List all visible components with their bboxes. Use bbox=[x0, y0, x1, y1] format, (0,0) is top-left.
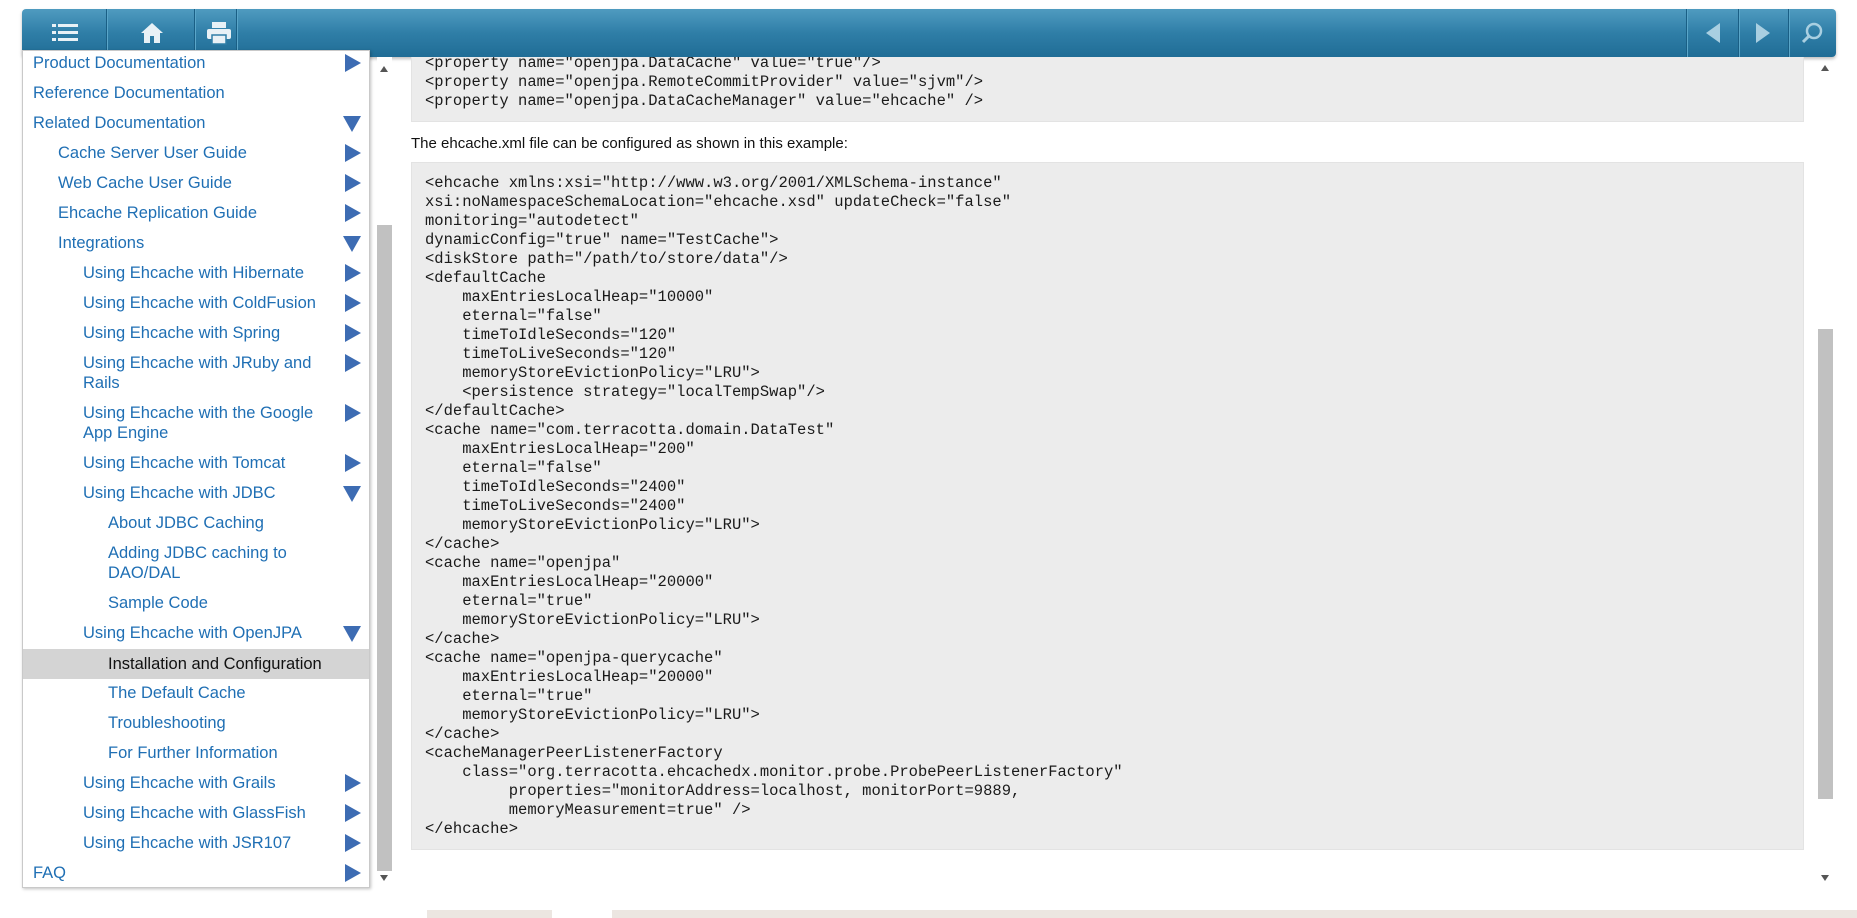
nav-label: Using Ehcache with JRuby and bbox=[83, 354, 312, 372]
nav-reference-documentation[interactable]: Reference Documentation bbox=[23, 83, 369, 103]
nav-cache-server-user-guide[interactable]: Cache Server User Guide bbox=[23, 143, 369, 163]
search-icon bbox=[1802, 22, 1823, 44]
nav-label: About JDBC Caching bbox=[108, 514, 264, 532]
nav-label: Using Ehcache with the Google bbox=[83, 404, 314, 422]
scroll-up-icon[interactable] bbox=[380, 66, 388, 72]
nav-label: Ehcache Replication Guide bbox=[58, 204, 258, 222]
nav-label: Using Ehcache with Hibernate bbox=[83, 264, 305, 282]
print-icon bbox=[207, 22, 231, 45]
expand-arrow-icon[interactable] bbox=[345, 264, 361, 282]
code-ehcache-xml: <ehcache xmlns:xsi="http://www.w3.org/20… bbox=[425, 174, 1123, 838]
nav-label: Using Ehcache with JDBC bbox=[83, 484, 276, 502]
expand-arrow-icon[interactable] bbox=[345, 354, 361, 372]
nav-label: Troubleshooting bbox=[108, 714, 226, 732]
nav-default-cache[interactable]: The Default Cache bbox=[23, 683, 369, 703]
nav-label: Using Ehcache with ColdFusion bbox=[83, 294, 316, 312]
code-properties: <property name="openjpa.DataCache" value… bbox=[425, 57, 984, 110]
collapse-arrow-icon[interactable] bbox=[343, 116, 361, 132]
code-block-ehcache-xml: <ehcache xmlns:xsi="http://www.w3.org/20… bbox=[411, 162, 1804, 850]
scroll-down-icon[interactable] bbox=[380, 875, 388, 881]
expand-arrow-icon[interactable] bbox=[345, 404, 361, 422]
nav-related-documentation[interactable]: Related Documentation bbox=[23, 113, 369, 133]
expand-arrow-icon[interactable] bbox=[345, 144, 361, 162]
nav-ehcache-google-app-engine[interactable]: Using Ehcache with the Google App Engine bbox=[23, 403, 369, 443]
nav-label: Using Ehcache with GlassFish bbox=[83, 804, 306, 822]
nav-integrations[interactable]: Integrations bbox=[23, 233, 369, 253]
nav-about-jdbc-caching[interactable]: About JDBC Caching bbox=[23, 513, 369, 533]
nav-ehcache-spring[interactable]: Using Ehcache with Spring bbox=[23, 323, 369, 343]
menu-icon bbox=[52, 24, 78, 41]
nav-label: FAQ bbox=[33, 864, 67, 882]
expand-arrow-icon[interactable] bbox=[345, 834, 361, 852]
nav-ehcache-jruby-rails[interactable]: Using Ehcache with JRuby and Rails bbox=[23, 353, 369, 393]
nav-label-line2: DAO/DAL bbox=[108, 564, 181, 582]
collapse-arrow-icon[interactable] bbox=[343, 626, 361, 642]
sidebar-scrollbar[interactable] bbox=[375, 57, 394, 887]
expand-arrow-icon[interactable] bbox=[345, 804, 361, 822]
nav-label: Related Documentation bbox=[33, 114, 206, 132]
nav-further-information[interactable]: For Further Information bbox=[23, 743, 369, 763]
nav-faq[interactable]: FAQ bbox=[23, 863, 369, 883]
nav-label: Cache Server User Guide bbox=[58, 144, 247, 162]
nav-label: Using Ehcache with Spring bbox=[83, 324, 281, 342]
nav-label: Sample Code bbox=[108, 594, 208, 612]
bottom-strip bbox=[0, 908, 1857, 918]
previous-button[interactable] bbox=[1688, 9, 1738, 57]
expand-arrow-icon[interactable] bbox=[345, 774, 361, 792]
scroll-down-icon[interactable] bbox=[1821, 875, 1829, 881]
nav-product-documentation[interactable]: Product Documentation bbox=[23, 53, 369, 73]
prev-icon bbox=[1706, 23, 1720, 43]
nav-troubleshooting[interactable]: Troubleshooting bbox=[23, 713, 369, 733]
expand-arrow-icon[interactable] bbox=[345, 864, 361, 882]
nav-label-line2: App Engine bbox=[83, 424, 169, 442]
nav-sample-code[interactable]: Sample Code bbox=[23, 593, 369, 613]
expand-arrow-icon[interactable] bbox=[345, 204, 361, 222]
expand-arrow-icon[interactable] bbox=[345, 324, 361, 342]
nav-web-cache-user-guide[interactable]: Web Cache User Guide bbox=[23, 173, 369, 193]
nav-ehcache-openjpa[interactable]: Using Ehcache with OpenJPA bbox=[23, 623, 369, 643]
nav-ehcache-glassfish[interactable]: Using Ehcache with GlassFish bbox=[23, 803, 369, 823]
nav-label: Reference Documentation bbox=[33, 84, 225, 102]
collapse-arrow-icon[interactable] bbox=[343, 236, 361, 252]
nav-label: Web Cache User Guide bbox=[58, 174, 232, 192]
home-icon bbox=[141, 23, 163, 43]
nav-label: Using Ehcache with Tomcat bbox=[83, 454, 286, 472]
nav-installation-configuration[interactable]: Installation and Configuration bbox=[23, 649, 369, 679]
search-button[interactable] bbox=[1788, 9, 1838, 57]
nav-ehcache-jsr107[interactable]: Using Ehcache with JSR107 bbox=[23, 833, 369, 853]
next-button[interactable] bbox=[1738, 9, 1788, 57]
scroll-up-icon[interactable] bbox=[1821, 65, 1829, 71]
nav-adding-jdbc-caching[interactable]: Adding JDBC caching to DAO/DAL bbox=[23, 543, 369, 583]
nav-label: The Default Cache bbox=[108, 684, 246, 702]
expand-arrow-icon[interactable] bbox=[345, 174, 361, 192]
nav-label: Using Ehcache with OpenJPA bbox=[83, 624, 302, 642]
nav-label: Using Ehcache with Grails bbox=[83, 774, 276, 792]
nav-label: For Further Information bbox=[108, 744, 278, 762]
main-scroll-thumb[interactable] bbox=[1818, 329, 1833, 799]
collapse-arrow-icon[interactable] bbox=[343, 486, 361, 502]
expand-arrow-icon[interactable] bbox=[345, 54, 361, 72]
nav-label: Adding JDBC caching to bbox=[108, 544, 287, 562]
nav-ehcache-hibernate[interactable]: Using Ehcache with Hibernate bbox=[23, 263, 369, 283]
nav-label-line2: Rails bbox=[83, 374, 120, 392]
sidebar-scroll-thumb[interactable] bbox=[377, 225, 392, 871]
main-content: <property name="openjpa.DataCache" value… bbox=[408, 57, 1808, 887]
nav-label: Installation and Configuration bbox=[108, 655, 322, 673]
code-block-properties: <property name="openjpa.DataCache" value… bbox=[411, 57, 1804, 122]
nav-label: Using Ehcache with JSR107 bbox=[83, 834, 292, 852]
nav-ehcache-coldfusion[interactable]: Using Ehcache with ColdFusion bbox=[23, 293, 369, 313]
main-scrollbar[interactable] bbox=[1815, 57, 1835, 887]
nav-ehcache-jdbc[interactable]: Using Ehcache with JDBC bbox=[23, 483, 369, 503]
sidebar-nav: Product Documentation Reference Document… bbox=[22, 50, 370, 888]
nav-ehcache-grails[interactable]: Using Ehcache with Grails bbox=[23, 773, 369, 793]
nav-label: Integrations bbox=[58, 234, 145, 252]
body-paragraph: The ehcache.xml file can be configured a… bbox=[411, 135, 848, 152]
nav-ehcache-tomcat[interactable]: Using Ehcache with Tomcat bbox=[23, 453, 369, 473]
nav-ehcache-replication-guide[interactable]: Ehcache Replication Guide bbox=[23, 203, 369, 223]
nav-label: Product Documentation bbox=[33, 54, 206, 72]
expand-arrow-icon[interactable] bbox=[345, 294, 361, 312]
expand-arrow-icon[interactable] bbox=[345, 454, 361, 472]
next-icon bbox=[1756, 23, 1770, 43]
